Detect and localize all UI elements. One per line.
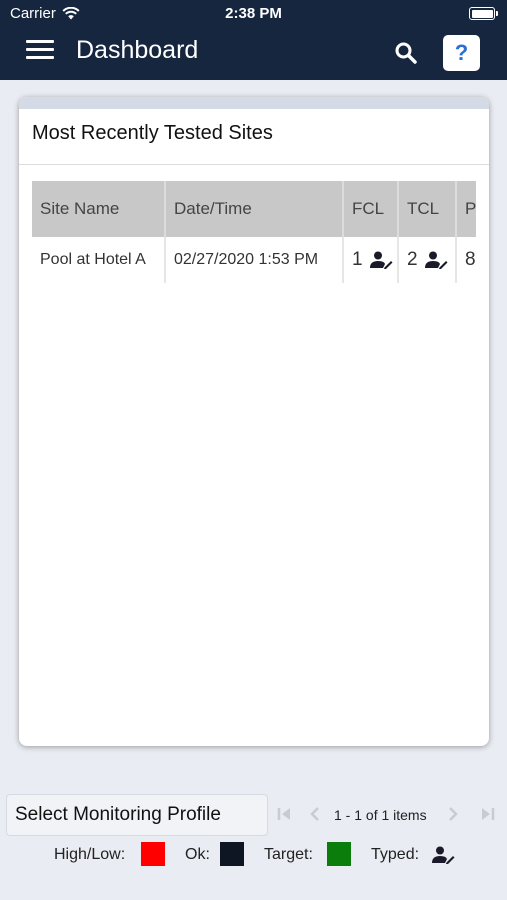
cell-date-time: 02/27/2020 1:53 PM — [166, 237, 344, 283]
sites-grid[interactable]: Site Name Date/Time FCL TCL P Pool at Ho… — [32, 181, 476, 283]
search-icon[interactable] — [394, 41, 418, 65]
legend: High/Low: Ok: Target: Typed: — [0, 840, 507, 870]
legend-ok-swatch — [220, 842, 244, 866]
last-page-icon[interactable] — [478, 804, 496, 824]
app-header: Carrier 2:38 PM Dashboard ? — [0, 0, 507, 80]
column-header-p[interactable]: P — [457, 181, 476, 237]
previous-page-icon[interactable] — [306, 804, 324, 824]
status-bar: Carrier 2:38 PM — [0, 0, 507, 28]
help-button[interactable]: ? — [443, 35, 480, 71]
cell-tcl: 2 — [399, 237, 457, 283]
pager-info: 1 - 1 of 1 items — [334, 807, 427, 823]
column-header-fcl[interactable]: FCL — [344, 181, 399, 237]
pager: 1 - 1 of 1 items — [274, 800, 504, 830]
legend-typed-label: Typed: — [371, 846, 420, 863]
table-row[interactable]: Pool at Hotel A 02/27/2020 1:53 PM 1 2 8 — [32, 237, 476, 283]
cell-p: 8 — [457, 237, 476, 283]
page-title: Dashboard — [76, 36, 199, 64]
column-header-site-name[interactable]: Site Name — [32, 181, 166, 237]
column-header-tcl[interactable]: TCL — [399, 181, 457, 237]
card-top-bar — [19, 97, 489, 109]
cell-fcl: 1 — [344, 237, 399, 283]
clock: 2:38 PM — [225, 5, 282, 22]
legend-target-label: Target: — [264, 846, 313, 863]
typed-entry-icon — [424, 251, 448, 269]
legend-ok-label: Ok: — [185, 846, 210, 863]
column-header-date-time[interactable]: Date/Time — [166, 181, 344, 237]
legend-target-swatch — [327, 842, 351, 866]
cell-site-name: Pool at Hotel A — [32, 237, 166, 283]
card-title: Most Recently Tested Sites — [19, 109, 489, 165]
grid-header-row: Site Name Date/Time FCL TCL P — [32, 181, 476, 237]
battery-icon — [469, 7, 498, 20]
typed-entry-icon — [369, 251, 393, 269]
fcl-value: 1 — [352, 249, 363, 270]
p-value: 8 — [465, 249, 476, 270]
typed-entry-icon — [432, 846, 455, 864]
legend-high-low-label: High/Low: — [54, 846, 126, 863]
next-page-icon[interactable] — [444, 804, 462, 824]
hamburger-menu-icon[interactable] — [26, 40, 54, 62]
legend-high-low-swatch — [141, 842, 165, 866]
tcl-value: 2 — [407, 249, 418, 270]
first-page-icon[interactable] — [276, 804, 294, 824]
select-monitoring-profile-button[interactable]: Select Monitoring Profile — [6, 794, 268, 836]
recent-sites-card: Most Recently Tested Sites Site Name Dat… — [19, 97, 489, 746]
